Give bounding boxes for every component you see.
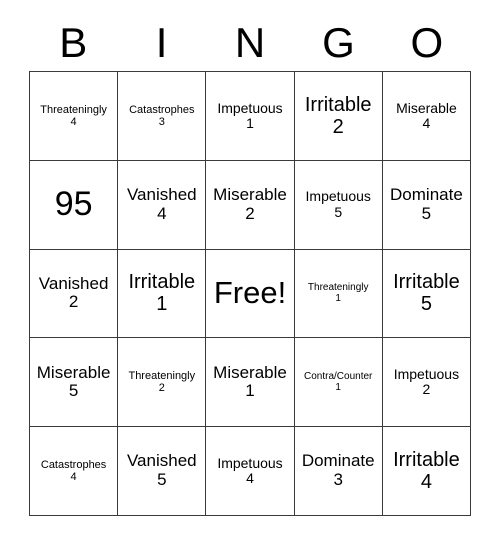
bingo-cell-word: Impetuous xyxy=(217,454,283,471)
bingo-cell[interactable]: Miserable 2 xyxy=(206,160,295,250)
bingo-cell-number: 95 xyxy=(54,185,93,223)
bingo-cell-word: Vanished xyxy=(126,185,197,204)
bingo-cell[interactable]: Impetuous 4 xyxy=(206,427,295,516)
bingo-cell[interactable]: Threateningly 4 xyxy=(30,72,119,161)
bingo-cell-word: Threateningly xyxy=(40,103,107,116)
bingo-cell-number: 3 xyxy=(333,470,343,490)
bingo-cell-number: 1 xyxy=(156,293,168,316)
bingo-cell[interactable]: Impetuous 1 xyxy=(206,72,295,161)
bingo-cell-word: Vanished xyxy=(126,451,197,471)
bingo-cell[interactable]: Impetuous 2 xyxy=(382,338,472,428)
bingo-cell-word: Irritable xyxy=(304,93,372,116)
bingo-cell[interactable]: Vanished 2 xyxy=(30,249,119,339)
bingo-cell[interactable]: Threateningly 1 xyxy=(294,249,383,339)
bingo-cell-word: Irritable xyxy=(393,449,460,472)
bingo-cell-word: Catastrophes xyxy=(129,103,195,116)
bingo-cell[interactable]: Irritable 5 xyxy=(382,249,472,339)
bingo-cell-word: Contra/Counter xyxy=(304,371,373,383)
bingo-cell-number: 5 xyxy=(421,203,432,223)
bingo-header: B I N G O xyxy=(29,14,471,71)
bingo-grid: Threateningly 4 Catastrophes 3 Impetuous… xyxy=(29,71,472,516)
bingo-cell-number: 5 xyxy=(157,470,167,490)
bingo-cell-number: 1 xyxy=(246,114,254,131)
bingo-cell-number: 2 xyxy=(332,115,344,138)
bingo-row: 95 Vanished 4 Miserable 2 Impetuous 5 Do… xyxy=(30,160,472,250)
bingo-cell[interactable]: Catastrophes 4 xyxy=(30,427,119,516)
bingo-cell-word: Vanished xyxy=(38,273,109,293)
bingo-header-letter-n: N xyxy=(234,18,266,66)
bingo-cell[interactable]: Vanished 4 xyxy=(118,160,207,250)
bingo-cell-number: 3 xyxy=(158,115,165,128)
bingo-cell-number: 4 xyxy=(70,471,77,484)
bingo-row: Vanished 2 Irritable 1 Free! Threatening… xyxy=(30,249,472,339)
bingo-cell[interactable]: Miserable 1 xyxy=(206,338,295,428)
bingo-cell-number: 5 xyxy=(68,381,79,401)
bingo-cell-word: Miserable xyxy=(213,362,287,382)
bingo-row: Catastrophes 4 Vanished 5 Impetuous 4 Do… xyxy=(30,427,472,516)
bingo-cell[interactable]: Impetuous 5 xyxy=(294,160,383,250)
bingo-cell-word: Catastrophes xyxy=(40,458,107,471)
bingo-cell-number: 2 xyxy=(422,381,431,398)
bingo-cell-word: Dominate xyxy=(390,185,463,204)
bingo-cell-number: 5 xyxy=(420,293,432,316)
bingo-cell[interactable]: Miserable 4 xyxy=(382,72,472,161)
bingo-cell-word: Irritable xyxy=(393,271,460,294)
bingo-cell-word: Dominate xyxy=(301,451,375,471)
bingo-cell-word: Threateningly xyxy=(128,370,196,383)
bingo-cell-number: 2 xyxy=(245,203,255,223)
bingo-cell[interactable]: Contra/Counter 1 xyxy=(294,338,383,428)
bingo-cell-free[interactable]: Free! xyxy=(206,249,295,339)
bingo-card: B I N G O Threateningly 4 Catastrophes 3… xyxy=(0,0,500,544)
bingo-header-letter-i: I xyxy=(155,18,168,66)
bingo-cell-word: Miserable xyxy=(396,99,457,116)
bingo-cell-number: 1 xyxy=(245,381,255,401)
bingo-cell-word: Impetuous xyxy=(393,365,460,382)
bingo-header-letter-o: O xyxy=(410,18,444,66)
bingo-header-letter-g: G xyxy=(322,18,355,66)
bingo-cell[interactable]: Irritable 4 xyxy=(382,427,472,516)
bingo-cell[interactable]: 95 xyxy=(30,160,119,250)
bingo-cell[interactable]: Threateningly 2 xyxy=(118,338,207,428)
bingo-cell[interactable]: Irritable 1 xyxy=(118,249,207,339)
bingo-cell[interactable]: Miserable 5 xyxy=(30,338,119,428)
bingo-cell[interactable]: Vanished 5 xyxy=(118,427,207,516)
bingo-cell[interactable]: Catastrophes 3 xyxy=(118,72,207,161)
bingo-cell-number: 1 xyxy=(335,293,341,305)
bingo-cell-number: 1 xyxy=(335,382,341,394)
bingo-header-letter-b: B xyxy=(59,18,88,66)
bingo-cell-number: 2 xyxy=(68,292,79,312)
bingo-cell-number: 4 xyxy=(70,115,77,128)
bingo-cell-word: Miserable xyxy=(36,362,111,382)
bingo-row: Miserable 5 Threateningly 2 Miserable 1 … xyxy=(30,338,472,428)
bingo-cell-word: Impetuous xyxy=(305,188,371,205)
bingo-cell[interactable]: Irritable 2 xyxy=(294,72,383,161)
bingo-cell-word: Impetuous xyxy=(217,99,283,116)
bingo-cell-word: Threateningly xyxy=(307,282,369,294)
bingo-cell-number: 5 xyxy=(334,203,343,220)
bingo-row: Threateningly 4 Catastrophes 3 Impetuous… xyxy=(30,72,472,161)
bingo-cell-number: 4 xyxy=(157,203,167,223)
bingo-cell[interactable]: Dominate 5 xyxy=(382,160,472,250)
bingo-cell-number: 4 xyxy=(246,470,254,487)
bingo-cell-word: Miserable xyxy=(213,185,287,204)
bingo-cell-number: 4 xyxy=(420,471,432,494)
bingo-cell-word: Irritable xyxy=(128,271,196,294)
bingo-cell-number: 4 xyxy=(422,114,431,131)
bingo-cell-word: Free! xyxy=(213,275,287,311)
bingo-cell[interactable]: Dominate 3 xyxy=(294,427,383,516)
bingo-cell-number: 2 xyxy=(158,382,165,395)
